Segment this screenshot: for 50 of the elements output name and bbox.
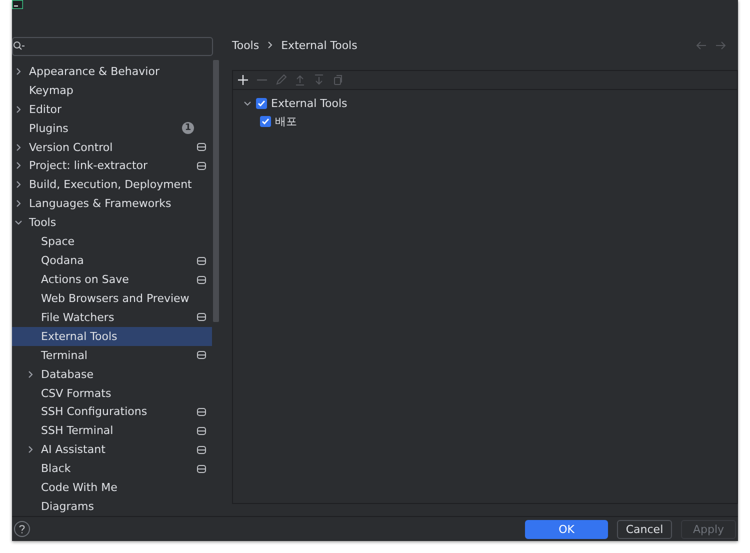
settings-tree-item[interactable]: Appearance & Behavior — [12, 62, 212, 81]
settings-tree-item[interactable]: SSH Terminal — [12, 421, 212, 440]
settings-tree-item[interactable]: Web Browsers and Preview — [12, 288, 212, 308]
settings-tree-item[interactable]: Space — [12, 232, 212, 252]
chevron-icon[interactable] — [14, 199, 23, 208]
dialog-button[interactable]: Cancel — [617, 520, 672, 538]
add-icon[interactable] — [237, 74, 249, 86]
search-field[interactable] — [12, 37, 213, 56]
dialog-button[interactable]: OK — [525, 520, 608, 538]
chevron-icon[interactable] — [14, 142, 23, 152]
settings-tree-item[interactable]: File Watchers — [12, 308, 212, 327]
chevron-icon[interactable] — [14, 161, 23, 170]
scrollbar[interactable] — [213, 60, 219, 322]
settings-tree-item[interactable]: Terminal — [12, 346, 212, 365]
checkbox[interactable] — [256, 98, 267, 108]
settings-tree-item[interactable]: Editor — [12, 100, 212, 119]
settings-tree-item[interactable]: Keymap — [12, 80, 212, 100]
chevron-icon — [267, 41, 274, 49]
chevron-icon[interactable] — [26, 445, 35, 454]
settings-tree-item[interactable]: SSH Configurations — [12, 402, 212, 422]
settings-tree-item[interactable]: Build, Execution, Deployment — [12, 175, 212, 194]
settings-tree-item[interactable]: External Tools — [12, 326, 212, 346]
tool-label: External Tools — [271, 96, 348, 110]
tool-label: 배포 — [275, 114, 297, 128]
settings-tree-item[interactable]: CSV Formats — [12, 384, 212, 403]
settings-tree-item[interactable]: Qodana — [12, 251, 212, 270]
settings-tree-item[interactable]: Database — [12, 364, 212, 384]
settings-tree-item[interactable]: Tools — [12, 213, 212, 232]
settings-tree-item[interactable]: AI Assistant — [12, 440, 212, 460]
search-icon — [13, 41, 25, 52]
settings-tree-item[interactable]: Code With Me — [12, 478, 212, 498]
settings-tree-item[interactable]: Actions on Save — [12, 270, 212, 289]
help-button[interactable] — [14, 521, 30, 537]
settings-tree-item[interactable]: Version Control — [12, 138, 212, 157]
chevron-icon[interactable] — [14, 180, 23, 190]
breadcrumb-item[interactable]: Tools — [232, 38, 260, 52]
chevron-icon[interactable] — [14, 66, 23, 76]
chevron-icon[interactable] — [243, 98, 252, 108]
breadcrumb-item[interactable]: External Tools — [281, 38, 358, 52]
update-count-badge: 1 — [182, 122, 194, 134]
settings-tree-item[interactable]: Languages & Frameworks — [12, 194, 212, 214]
chevron-icon[interactable] — [26, 370, 35, 379]
chevron-icon[interactable] — [14, 218, 23, 228]
settings-tree-item[interactable]: Black — [12, 459, 212, 478]
chevron-icon[interactable] — [14, 104, 23, 114]
settings-tree-item[interactable]: Project: link-extractor — [12, 156, 212, 176]
settings-tree-item[interactable]: Diagrams — [12, 497, 212, 516]
settings-tree-item[interactable]: Plugins 1 — [12, 118, 212, 138]
checkbox[interactable] — [260, 116, 271, 126]
question-mark-icon — [19, 524, 25, 534]
